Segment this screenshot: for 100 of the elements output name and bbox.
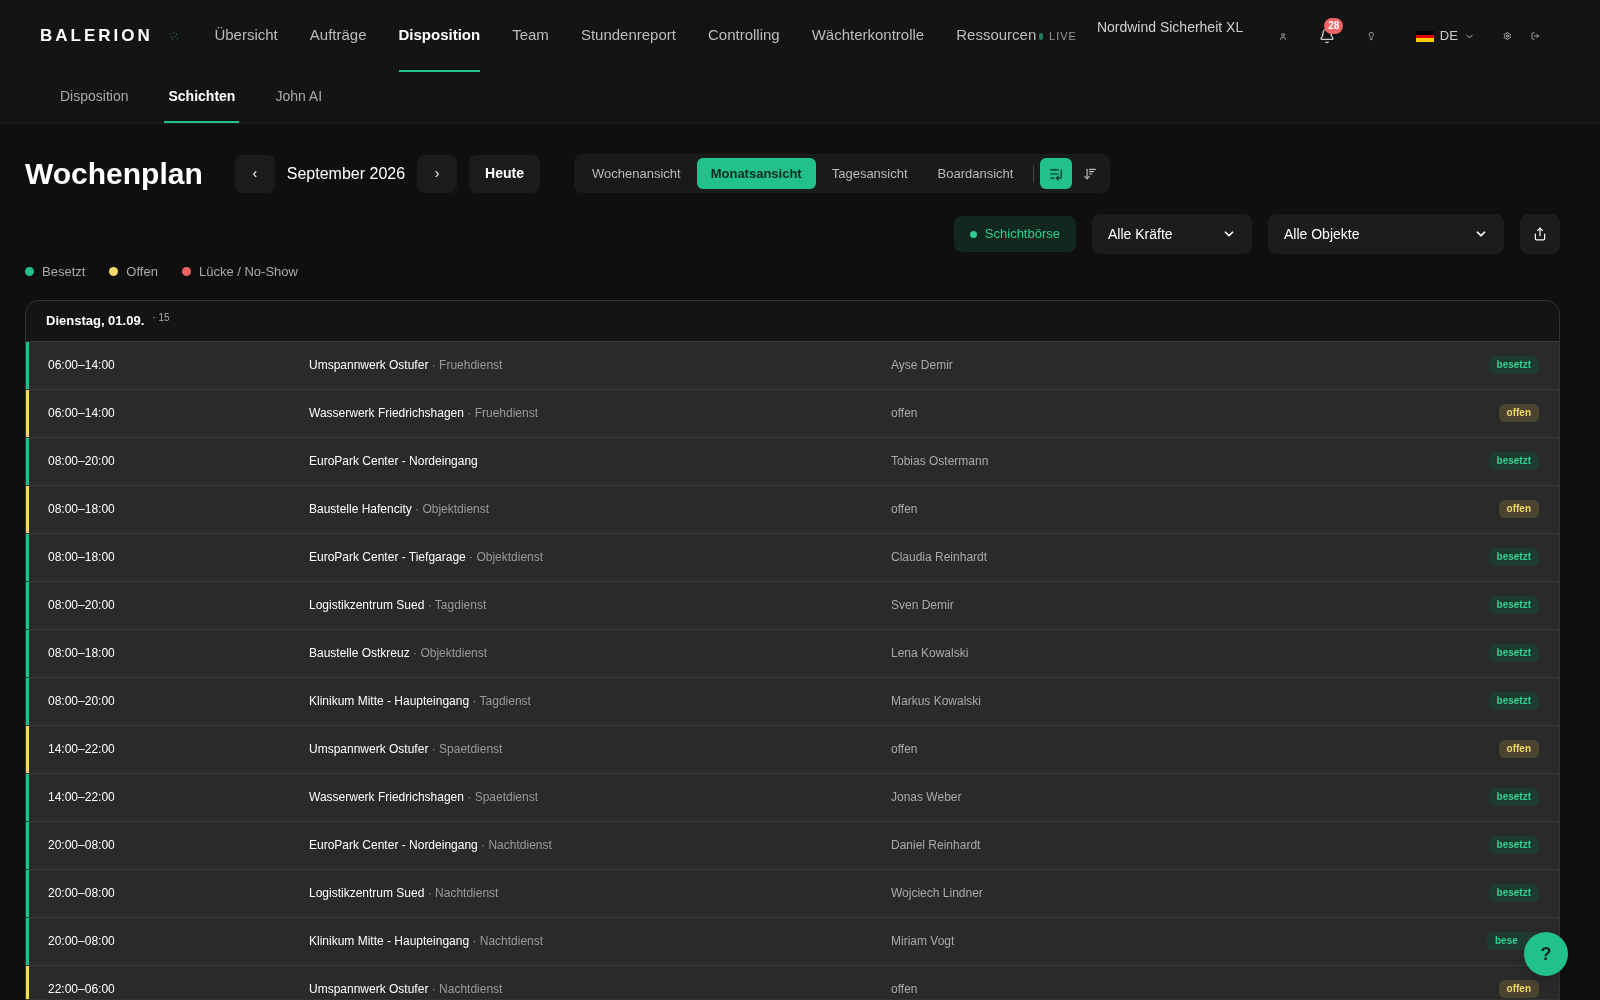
shift-row[interactable]: 06:00–14:00 Wasserwerk Friedrichshagen · Fruehdienst offen offen xyxy=(26,388,1559,437)
shift-time: 22:00–06:00 xyxy=(47,981,116,998)
status-badge: offen xyxy=(1498,500,1539,518)
assigned-person: Jonas Weber xyxy=(891,789,963,806)
shift-exchange-button[interactable]: Schichtbörse xyxy=(953,216,1076,252)
nav-tab[interactable]: Übersicht xyxy=(214,0,278,72)
shift-time: 20:00–08:00 xyxy=(47,885,116,902)
assigned-person: Ayse Demir xyxy=(891,357,954,374)
day-title: Dienstag, 01.09. xyxy=(46,311,145,330)
view-tab[interactable]: Wochenansicht xyxy=(578,158,695,189)
status-badge: besetzt xyxy=(1488,596,1539,614)
status-badge: besetzt xyxy=(1488,452,1539,470)
assigned-person: Markus Kowalski xyxy=(891,693,983,710)
notification-badge: 28 xyxy=(1324,18,1344,34)
shift-row[interactable]: 08:00–20:00 EuroPark Center - Nordeingang Tobias Ostermann besetzt xyxy=(26,436,1559,485)
share-icon xyxy=(1533,227,1547,241)
shift-time: 08:00–20:00 xyxy=(47,453,116,470)
status-badge: besetzt xyxy=(1488,692,1539,710)
shift-location: Umspannwerk Ostufer · Fruehdienst xyxy=(309,357,504,374)
shift-location: Logistikzentrum Sued · Nachtdienst xyxy=(309,885,500,902)
assigned-person: offen xyxy=(891,501,919,518)
shift-time: 06:00–14:00 xyxy=(47,405,116,422)
page-title: Wochenplan xyxy=(25,156,203,192)
shift-location: Baustelle Hafencity · Objektdienst xyxy=(309,501,491,518)
status-badge: besetzt xyxy=(1488,356,1539,374)
list-icon xyxy=(1049,166,1064,181)
status-badge: offen xyxy=(1498,740,1539,758)
status-badge: besetzt xyxy=(1488,884,1539,902)
assigned-person: Miriam Vogt xyxy=(891,933,956,950)
assigned-person: Claudia Reinhardt xyxy=(891,549,989,566)
sub-tab[interactable]: Schichten xyxy=(164,71,240,123)
assigned-person: Tobias Ostermann xyxy=(891,453,990,470)
shift-location: Baustelle Ostkreuz · Objektdienst xyxy=(309,645,489,662)
nav-tab[interactable]: Controlling xyxy=(707,0,780,72)
filter-dropdown[interactable]: Alle Objekte xyxy=(1268,214,1504,254)
view-tab[interactable]: Tagesansicht xyxy=(817,158,922,189)
company-name: Nordwind Sicherheit XL xyxy=(1096,17,1244,37)
assigned-person: offen xyxy=(891,741,919,758)
shift-count: · 15 xyxy=(152,311,170,325)
shift-row[interactable]: 08:00–20:00 Logistikzentrum Sued · Tagdienst Sven Demir besetzt xyxy=(26,580,1559,629)
shift-row[interactable]: 08:00–20:00 Klinikum Mitte - Haupteingang · Tagdienst Markus Kowalski besetzt xyxy=(26,676,1559,725)
shift-location: Klinikum Mitte - Haupteingang · Nachtdienst xyxy=(309,933,545,950)
status-badge: besetzt xyxy=(1488,548,1539,566)
next-button[interactable]: › xyxy=(417,154,458,193)
shift-location: EuroPark Center - Nordeingang xyxy=(309,453,479,470)
shift-row[interactable]: 20:00–08:00 Logistikzentrum Sued · Nachtdienst Wojciech Lindner besetzt xyxy=(26,868,1559,917)
assigned-person: Sven Demir xyxy=(891,597,955,614)
shift-time: 06:00–14:00 xyxy=(47,357,116,374)
nav-tab[interactable]: Stundenreport xyxy=(580,0,676,72)
shift-location: Klinikum Mitte - Haupteingang · Tagdienst xyxy=(309,693,532,710)
sub-tab[interactable]: John AI xyxy=(271,71,327,123)
language-selector[interactable]: DE xyxy=(1415,26,1475,46)
status-badge: besetzt xyxy=(1488,788,1539,806)
shift-time: 14:00–22:00 xyxy=(47,789,116,806)
assigned-person: offen xyxy=(891,405,919,422)
sparkle-icon xyxy=(168,29,179,43)
shift-time: 08:00–18:00 xyxy=(47,645,116,662)
today-button[interactable]: Heute xyxy=(469,154,540,193)
shift-location: Logistikzentrum Sued · Tagdienst xyxy=(309,597,488,614)
shift-time: 20:00–08:00 xyxy=(47,837,116,854)
shift-time: 08:00–18:00 xyxy=(47,501,116,518)
status-badge: offen xyxy=(1498,404,1539,422)
shift-row[interactable]: 20:00–08:00 EuroPark Center - Nordeingang · Nachtdienst Daniel Reinhardt besetzt xyxy=(26,820,1559,869)
shift-location: Umspannwerk Ostufer · Spaetdienst xyxy=(309,741,504,758)
shift-row[interactable]: 08:00–18:00 Baustelle Hafencity · Objektdienst offen offen xyxy=(26,484,1559,533)
live-label: LIVE xyxy=(1049,28,1077,44)
flag-icon xyxy=(1415,30,1434,42)
nav-tab[interactable]: Wächterkontrolle xyxy=(811,0,925,72)
nav-tab[interactable]: Aufträge xyxy=(309,0,367,72)
shift-row[interactable]: 14:00–22:00 Umspannwerk Ostufer · Spaetdienst offen offen xyxy=(26,724,1559,773)
view-tab[interactable]: Monatsansicht xyxy=(696,158,816,189)
legend-label: Offen xyxy=(126,263,158,281)
status-badge: offen xyxy=(1498,980,1539,998)
assigned-person: offen xyxy=(891,981,919,998)
brand-logo[interactable]: BALERION xyxy=(40,23,153,49)
shift-row[interactable]: 06:00–14:00 Umspannwerk Ostufer · Fruehdienst Ayse Demir besetzt xyxy=(26,340,1559,389)
sort-icon xyxy=(1083,166,1098,181)
nav-tab[interactable]: Ressourcen xyxy=(956,0,1037,72)
shift-time: 08:00–20:00 xyxy=(47,597,116,614)
export-button[interactable] xyxy=(1520,214,1560,254)
prev-button[interactable]: ‹ xyxy=(234,154,275,193)
shift-time: 14:00–22:00 xyxy=(47,741,116,758)
shift-row[interactable]: 08:00–18:00 Baustelle Ostkreuz · Objektdienst Lena Kowalski besetzt xyxy=(26,628,1559,677)
shift-location: Wasserwerk Friedrichshagen · Fruehdienst xyxy=(309,405,539,422)
shift-row[interactable]: 14:00–22:00 Wasserwerk Friedrichshagen · Spaetdienst Jonas Weber besetzt xyxy=(26,772,1559,821)
shift-row[interactable]: 08:00–18:00 EuroPark Center - Tiefgarage · Objektdienst Claudia Reinhardt besetzt xyxy=(26,532,1559,581)
shift-time: 20:00–08:00 xyxy=(47,933,116,950)
filter-dropdown[interactable]: Alle Kräfte xyxy=(1092,214,1252,254)
shift-location: EuroPark Center - Nordeingang · Nachtdienst xyxy=(309,837,553,854)
assigned-person: Lena Kowalski xyxy=(891,645,970,662)
sub-tab[interactable]: Disposition xyxy=(56,71,133,123)
legend-label: Besetzt xyxy=(42,263,86,281)
shift-time: 08:00–20:00 xyxy=(47,693,116,710)
view-tab[interactable]: Boardansicht xyxy=(923,158,1028,189)
assigned-person: Daniel Reinhardt xyxy=(891,837,982,854)
list-view-button[interactable] xyxy=(1040,158,1073,189)
bell-icon[interactable] xyxy=(1319,28,1336,44)
shift-location: Umspannwerk Ostufer · Nachtdienst xyxy=(309,981,504,998)
nav-tab[interactable]: Team xyxy=(512,0,549,72)
shift-row[interactable]: 22:00–06:00 Umspannwerk Ostufer · Nachtdienst offen offen xyxy=(26,964,1559,999)
